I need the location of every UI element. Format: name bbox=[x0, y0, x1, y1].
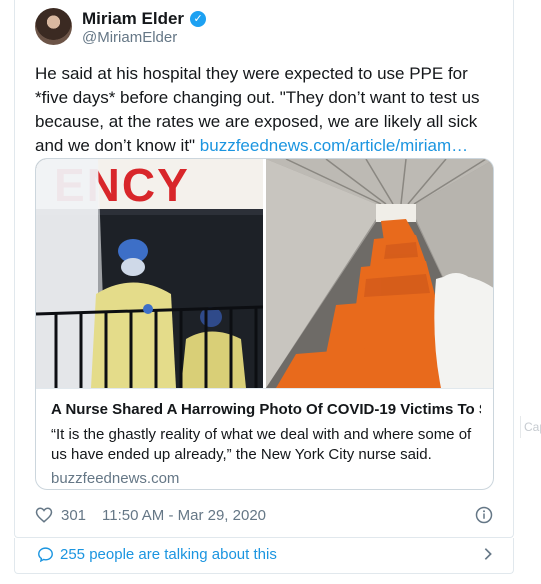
tweet-meta: 301 11:50 AM - Mar 29, 2020 bbox=[35, 506, 266, 524]
talking-row[interactable]: 255 people are talking about this bbox=[14, 538, 514, 574]
card-image-nurses: ENCY bbox=[36, 159, 263, 388]
trailer-photo bbox=[266, 159, 493, 388]
tweet-text: He said at his hospital they were expect… bbox=[35, 62, 495, 158]
author-name[interactable]: Miriam Elder bbox=[82, 9, 184, 29]
chevron-right-icon[interactable] bbox=[480, 546, 496, 562]
author-name-row[interactable]: Miriam Elder ✓ bbox=[82, 9, 207, 29]
author-handle[interactable]: @MiriamElder bbox=[82, 29, 177, 46]
card-domain: buzzfeednews.com bbox=[51, 470, 180, 487]
info-icon[interactable] bbox=[475, 506, 493, 524]
side-caption-fragment: Cap bbox=[520, 416, 541, 438]
speech-bubble-icon bbox=[38, 547, 53, 563]
article-link[interactable]: buzzfeednews.com/article/miriam… bbox=[200, 136, 468, 155]
nurses-photo: ENCY bbox=[36, 159, 263, 388]
card-text[interactable]: A Nurse Shared A Harrowing Photo Of COVI… bbox=[36, 388, 493, 489]
card-image-trailer bbox=[266, 159, 493, 388]
timestamp[interactable]: 11:50 AM - Mar 29, 2020 bbox=[102, 507, 266, 524]
talking-link[interactable]: 255 people are talking about this bbox=[37, 546, 277, 563]
avatar[interactable] bbox=[35, 8, 72, 45]
like-count[interactable]: 301 bbox=[61, 507, 86, 524]
verified-badge-icon: ✓ bbox=[190, 11, 207, 27]
card-description: “It is the ghastly reality of what we de… bbox=[51, 426, 472, 463]
heart-icon[interactable] bbox=[35, 506, 53, 524]
talking-label[interactable]: 255 people are talking about this bbox=[60, 546, 277, 563]
link-preview-card[interactable]: ENCY A Nurse Shared A Harrowing Photo Of… bbox=[35, 158, 494, 490]
card-title[interactable]: A Nurse Shared A Harrowing Photo Of COVI… bbox=[51, 401, 481, 418]
